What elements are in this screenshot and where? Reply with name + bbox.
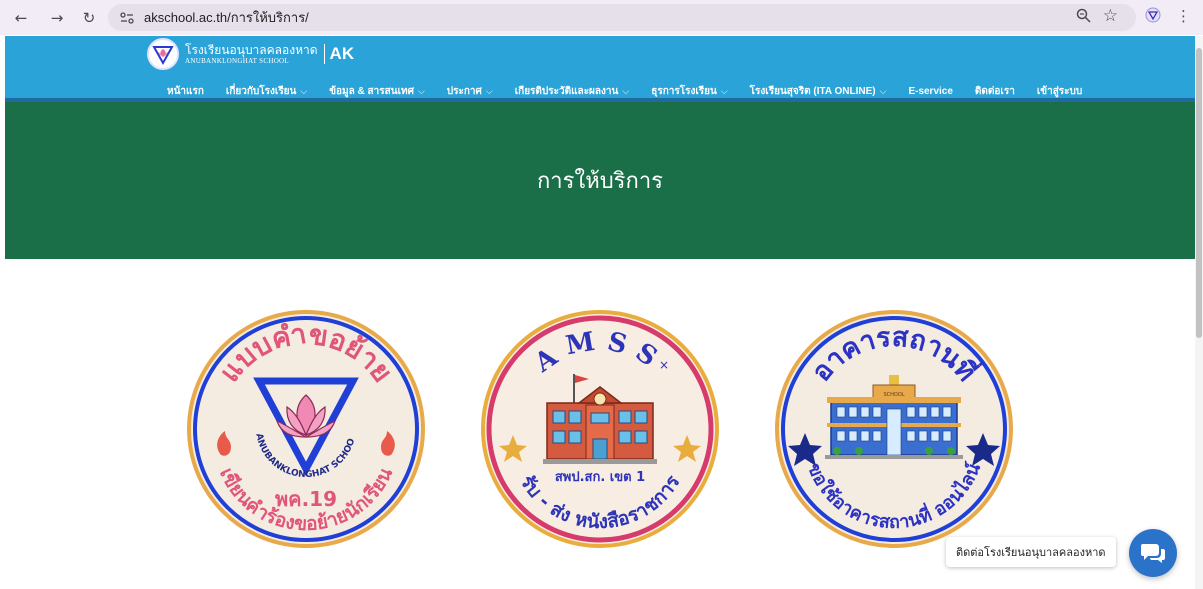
page-scrollbar[interactable] [1195, 36, 1203, 589]
chevron-down-icon: ⌵ [879, 86, 887, 96]
back-icon[interactable]: ← [10, 7, 32, 29]
chevron-down-icon: ⌵ [417, 86, 425, 96]
site-info-icon[interactable] [118, 9, 136, 27]
chevron-down-icon: ⌵ [720, 86, 728, 96]
badge-center-text: พค.19 [275, 487, 337, 511]
page-title: การให้บริการ [536, 169, 663, 194]
forward-icon[interactable]: → [46, 7, 68, 29]
badge-center-text: สพป.สก. เขต 1 [555, 470, 645, 485]
school-emblem-icon [147, 38, 179, 70]
school-name-th: โรงเรียนอนุบาลคลองหาด [185, 42, 318, 57]
menu-item-information[interactable]: ข้อมูล & สารสนเทศ ⌵ [329, 84, 425, 99]
menu-item-honors[interactable]: เกียรติประวัติและผลงาน ⌵ [515, 84, 630, 99]
school-short-name: AK [323, 44, 354, 64]
menu-item-e-service[interactable]: E-service [908, 84, 952, 99]
bookmark-star-icon[interactable]: ☆ [1103, 6, 1118, 26]
url-text[interactable]: akschool.ac.th/การให้บริการ/ [144, 7, 309, 28]
chevron-down-icon: ⌵ [622, 86, 630, 96]
school-logo[interactable]: โรงเรียนอนุบาลคลองหาด ANUBANKLONGHAT SCH… [147, 38, 354, 70]
menu-item-ita-online[interactable]: โรงเรียนสุจริต (ITA ONLINE) ⌵ [750, 84, 887, 99]
chat-bubbles-icon [1141, 544, 1165, 563]
page-hero: การให้บริการ [5, 102, 1195, 259]
menu-item-announcements[interactable]: ประกาศ ⌵ [447, 84, 493, 99]
zoom-icon[interactable] [1076, 8, 1091, 27]
reload-icon[interactable]: ↻ [78, 7, 100, 29]
chevron-down-icon: ⌵ [485, 86, 493, 96]
chat-button[interactable] [1129, 529, 1177, 577]
service-badge-facility-booking[interactable]: อาคารสถานที่ SCHOOL ขอใช้อาคารสถานที่ ออ… [775, 309, 1013, 549]
main-menu: หน้าแรก เกี่ยวกับโรงเรียน ⌵ ข้อมูล & สารส… [167, 84, 1104, 99]
browser-toolbar: ← → ↻ akschool.ac.th/การให้บริการ/ ☆ ⋮ [0, 0, 1203, 35]
menu-item-login[interactable]: เข้าสู่ระบบ [1037, 84, 1082, 99]
site-header: โรงเรียนอนุบาลคลองหาด ANUBANKLONGHAT SCH… [5, 36, 1195, 102]
scrollbar-thumb[interactable] [1196, 48, 1202, 338]
school-name-en: ANUBANKLONGHAT SCHOOL [185, 56, 289, 65]
menu-kebab-icon[interactable]: ⋮ [1176, 7, 1191, 25]
service-badge-transfer-request[interactable]: แบบคำขอย้าย ANUBANKLONGHAT SCHOOL พค.19 … [187, 309, 425, 549]
menu-item-administration[interactable]: ธุรการโรงเรียน ⌵ [651, 84, 727, 99]
menu-item-contact[interactable]: ติดต่อเรา [975, 84, 1015, 99]
menu-item-home[interactable]: หน้าแรก [167, 84, 204, 99]
chat-label[interactable]: ติดต่อโรงเรียนอนุบาลคลองหาด [946, 537, 1116, 567]
chevron-down-icon: ⌵ [300, 86, 308, 96]
extension-icon[interactable] [1145, 7, 1161, 27]
address-bar[interactable]: akschool.ac.th/การให้บริการ/ [108, 4, 1136, 31]
service-badge-amss[interactable]: AMSS × สพป.สก. เขต 1 รับ - ส่ง หนังสือรา… [481, 309, 719, 549]
close-x-icon: × [659, 358, 669, 372]
menu-item-about[interactable]: เกี่ยวกับโรงเรียน ⌵ [226, 84, 307, 99]
